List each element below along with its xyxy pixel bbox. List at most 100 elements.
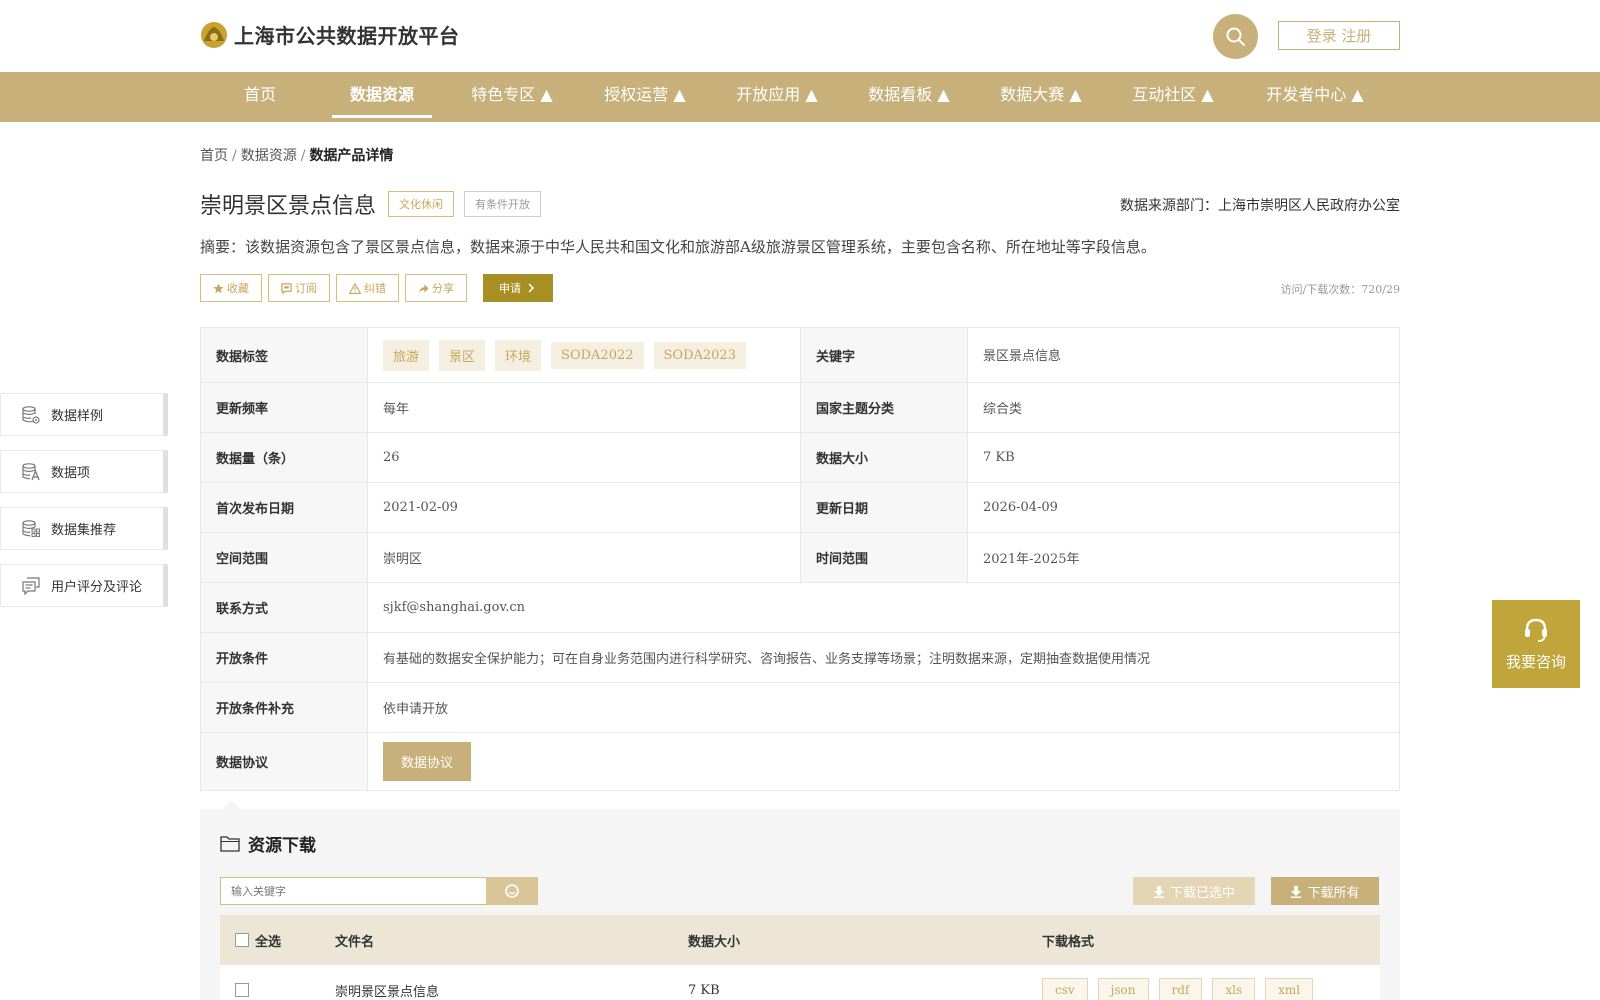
apply-button[interactable]: 申请 <box>483 274 553 302</box>
side-item-label: 用户评分及评论 <box>51 580 143 595</box>
subscribe-button[interactable]: 订阅 <box>268 274 330 302</box>
record-count-value: 26 <box>368 433 801 482</box>
download-title-text: 资源下载 <box>248 836 316 856</box>
select-all-checkbox[interactable] <box>235 933 249 947</box>
keyword-label: 关键字 <box>801 328 968 382</box>
info-row: 数据标签 旅游 景区 环境 SODA2022 SODA2023 关键字 景区景点… <box>201 328 1399 383</box>
category-tag: 文化休闲 <box>388 191 455 217</box>
apply-label: 申请 <box>499 282 521 295</box>
login-register-button[interactable]: 登录 注册 <box>1278 21 1400 50</box>
download-all-button[interactable]: 下载所有 <box>1271 877 1379 905</box>
row-checkbox[interactable] <box>235 983 249 997</box>
open-status-tag: 有条件开放 <box>464 191 542 217</box>
tag-chip[interactable]: 旅游 <box>383 339 430 371</box>
download-icon <box>1153 885 1164 898</box>
page-title: 崇明景区景点信息 <box>200 194 377 219</box>
nav-item-open-apps[interactable]: 开放应用 ▲ <box>727 72 827 122</box>
database-grid-icon <box>22 519 40 537</box>
breadcrumb-separator: / <box>300 148 306 164</box>
breadcrumb-home[interactable]: 首页 <box>200 148 228 164</box>
first-publish-value: 2021-02-09 <box>368 483 801 532</box>
format-xml-button[interactable]: xml <box>1265 978 1314 1000</box>
side-menu: 数据样例 数据项 数据集推荐 用户评分及评论 <box>0 393 168 621</box>
headset-icon <box>1525 618 1547 642</box>
open-condition-label: 开放条件 <box>201 633 368 682</box>
tag-chip[interactable]: 景区 <box>439 339 486 371</box>
nav-item-dashboard[interactable]: 数据看板 ▲ <box>859 72 959 122</box>
nav-item-data-resources[interactable]: 数据资源 <box>332 72 432 122</box>
update-date-value: 2026-04-09 <box>983 500 1058 515</box>
chevron-right-icon <box>528 283 535 293</box>
tag-chip[interactable]: SODA2023 <box>653 341 746 369</box>
database-gear-icon <box>22 405 40 424</box>
share-label: 分享 <box>432 282 454 295</box>
report-error-button[interactable]: 纠错 <box>336 274 399 302</box>
breadcrumb-resources[interactable]: 数据资源 <box>241 148 297 164</box>
format-json-button[interactable]: json <box>1097 978 1149 1000</box>
open-condition-extra-label: 开放条件补充 <box>201 683 368 732</box>
select-all-label: 全选 <box>255 934 282 950</box>
file-size-cell: 7 KB <box>688 982 720 998</box>
favorite-label: 收藏 <box>227 282 249 295</box>
breadcrumb-separator: / <box>232 148 237 164</box>
header-search-button[interactable] <box>1213 14 1258 59</box>
theme-category-label: 国家主题分类 <box>801 383 968 432</box>
side-item-data-sample[interactable]: 数据样例 <box>0 393 168 436</box>
update-date-label: 更新日期 <box>801 483 968 532</box>
side-item-recommend[interactable]: 数据集推荐 <box>0 507 168 550</box>
bookmark-icon <box>281 282 292 294</box>
star-icon <box>213 282 224 293</box>
data-size-value: 7 KB <box>983 450 1015 465</box>
data-agreement-button[interactable]: 数据协议 <box>383 742 472 781</box>
tag-chip[interactable]: 环境 <box>495 339 542 371</box>
info-row: 首次发布日期 2021-02-09 更新日期 2026-04-09 <box>201 483 1399 533</box>
agreement-label: 数据协议 <box>201 733 368 790</box>
nav-item-home[interactable]: 首页 <box>220 72 300 122</box>
site-title: 上海市公共数据开放平台 <box>234 24 460 48</box>
nav-item-developer[interactable]: 开发者中心 ▲ <box>1256 72 1374 122</box>
share-button[interactable]: 分享 <box>405 274 467 302</box>
file-table-header: 全选 文件名 数据大小 下载格式 <box>220 915 1380 965</box>
time-range-label: 时间范围 <box>801 533 968 582</box>
nav-item-featured[interactable]: 特色专区 ▲ <box>462 72 562 122</box>
tag-chip[interactable]: SODA2022 <box>551 341 644 369</box>
file-search-input[interactable] <box>220 877 487 905</box>
column-format: 下载格式 <box>1042 934 1095 950</box>
nav-item-authorized-ops[interactable]: 授权运营 ▲ <box>595 72 695 122</box>
search-icon <box>1226 27 1245 46</box>
info-row: 数据协议 数据协议 <box>201 733 1399 790</box>
action-bar: 收藏 订阅 纠错 分享 申请 <box>200 274 553 302</box>
favorite-button[interactable]: 收藏 <box>200 274 262 302</box>
info-row: 开放条件 有基础的数据安全保护能力；可在自身业务范围内进行科学研究、咨询报告、业… <box>201 633 1399 683</box>
site-header: 上海市公共数据开放平台 登录 注册 <box>0 0 1600 72</box>
first-publish-label: 首次发布日期 <box>201 483 368 532</box>
file-format-cell: csv json rdf xls xml <box>1042 978 1380 1000</box>
file-name-cell: 崇明景区景点信息 <box>335 984 440 1000</box>
side-item-ratings[interactable]: 用户评分及评论 <box>0 564 168 607</box>
file-table: 全选 文件名 数据大小 下载格式 崇明景区景点信息 7 KB csv json … <box>220 915 1380 1000</box>
consult-label: 我要咨询 <box>1505 652 1566 671</box>
file-search-button[interactable] <box>486 877 538 905</box>
download-selected-button[interactable]: 下载已选中 <box>1133 877 1255 905</box>
column-size: 数据大小 <box>688 934 741 950</box>
tags-value: 旅游 景区 环境 SODA2022 SODA2023 <box>368 328 801 382</box>
theme-category-value: 综合类 <box>983 402 1023 417</box>
format-xls-button[interactable]: xls <box>1212 978 1256 1000</box>
consult-button[interactable]: 我要咨询 <box>1492 600 1580 688</box>
nav-item-community[interactable]: 互动社区 ▲ <box>1123 72 1223 122</box>
tags-label: 数据标签 <box>201 328 368 382</box>
side-item-label: 数据项 <box>51 466 91 481</box>
warning-icon <box>349 282 361 294</box>
side-item-label: 数据集推荐 <box>51 523 117 538</box>
format-csv-button[interactable]: csv <box>1042 978 1088 1000</box>
nav-item-competition[interactable]: 数据大赛 ▲ <box>991 72 1091 122</box>
info-row: 更新频率 每年 国家主题分类 综合类 <box>201 383 1399 433</box>
keyword-value: 景区景点信息 <box>983 349 1062 364</box>
table-row: 崇明景区景点信息 7 KB csv json rdf xls xml <box>220 965 1380 1000</box>
site-logo[interactable]: 上海市公共数据开放平台 <box>200 20 460 49</box>
side-item-data-fields[interactable]: 数据项 <box>0 450 168 493</box>
data-size-label: 数据大小 <box>801 433 968 482</box>
format-rdf-button[interactable]: rdf <box>1158 978 1203 1000</box>
select-all-cell: 全选 <box>220 931 335 950</box>
info-row: 空间范围 崇明区 时间范围 2021年-2025年 <box>201 533 1399 583</box>
